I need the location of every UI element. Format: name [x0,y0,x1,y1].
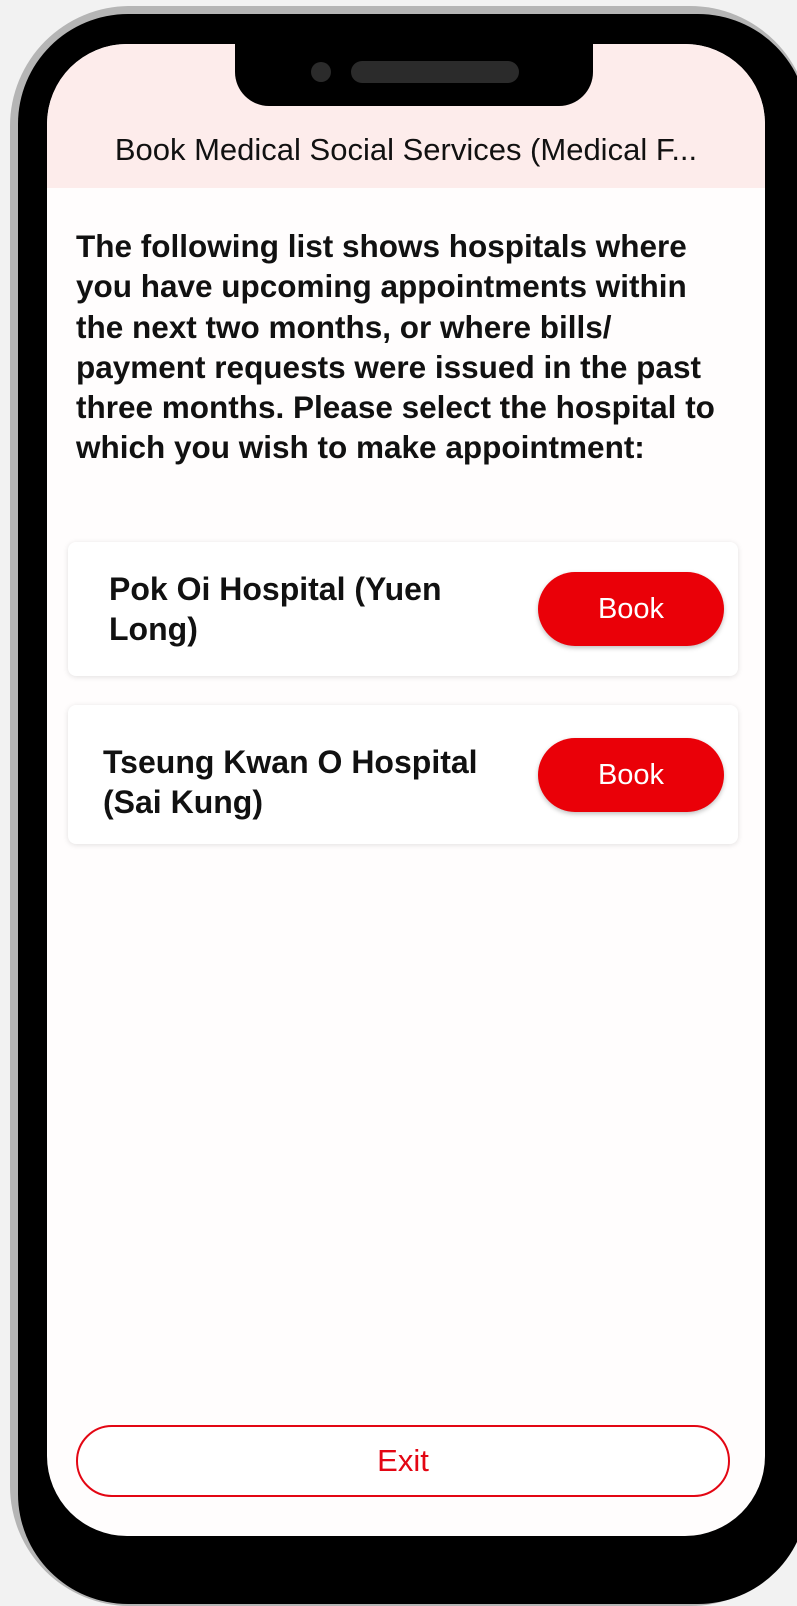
device-notch [235,44,593,106]
speaker-grille [351,61,519,83]
book-button[interactable]: Book [538,572,724,646]
page-title: Book Medical Social Services (Medical F.… [114,132,698,167]
hospital-name: Pok Oi Hospital (Yuen Long) [109,571,442,647]
app-screen: Book Medical Social Services (Medical F.… [47,44,765,1536]
hospital-name: Tseung Kwan O Hospital (Sai Kung) [103,744,478,820]
hospital-card: Tseung Kwan O Hospital (Sai Kung) Book [68,705,738,844]
book-button[interactable]: Book [538,738,724,812]
exit-button[interactable]: Exit [76,1425,730,1497]
hospital-card: Pok Oi Hospital (Yuen Long) Book [68,542,738,676]
camera-icon [311,62,331,82]
instructions-text: The following list shows hospitals where… [76,228,715,466]
